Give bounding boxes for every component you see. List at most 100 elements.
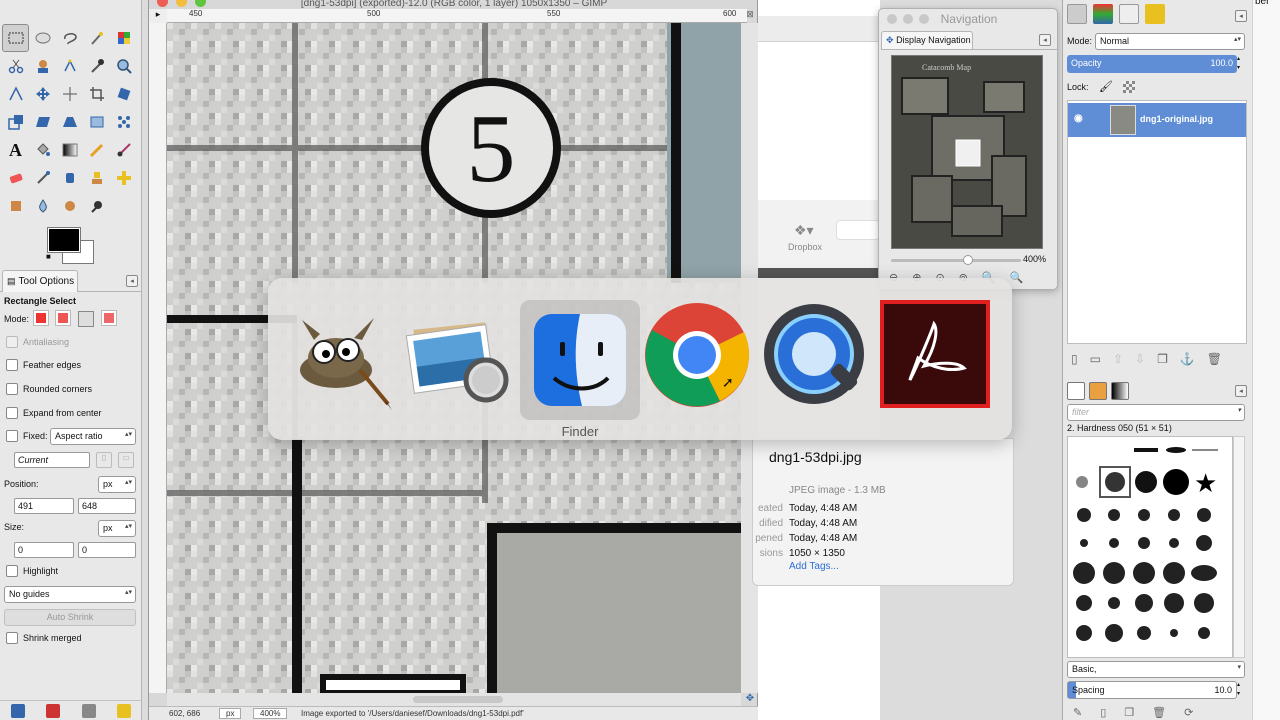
mode-intersect-icon[interactable]: [101, 310, 117, 326]
rect-select-tool-icon[interactable]: [2, 24, 29, 52]
layer-row[interactable]: ◉ dng1-original.jpg: [1068, 103, 1246, 137]
expand-from-center-checkbox[interactable]: [6, 407, 18, 419]
mode-subtract-icon[interactable]: [78, 311, 94, 327]
app-switcher-item-gimp[interactable]: [284, 300, 394, 410]
crop-tool-icon[interactable]: [83, 80, 110, 108]
opacity-slider[interactable]: Opacity 100.0: [1067, 55, 1237, 73]
fixed-dropdown[interactable]: Aspect ratio ▴▾: [50, 428, 136, 445]
save-options-icon[interactable]: [10, 703, 25, 718]
tab-menu-icon[interactable]: ◂: [126, 275, 138, 287]
undo-history-tab-icon[interactable]: [1145, 4, 1165, 24]
delete-layer-icon[interactable]: 🗑: [1207, 352, 1222, 366]
text-tool-icon[interactable]: A: [2, 136, 29, 164]
fuzzy-select-tool-icon[interactable]: [83, 24, 110, 52]
minimize-window-icon[interactable]: [176, 0, 187, 7]
zoom-window-icon[interactable]: [195, 0, 206, 7]
status-unit-dropdown[interactable]: px: [219, 708, 242, 719]
spacing-slider[interactable]: Spacing 10.0: [1067, 681, 1237, 699]
align-tool-icon[interactable]: [56, 80, 83, 108]
landscape-icon[interactable]: ▭: [118, 452, 134, 468]
dodge-burn-tool-icon[interactable]: [83, 192, 110, 220]
navigation-preview[interactable]: Catacomb Map: [891, 55, 1043, 249]
heal-tool-icon[interactable]: [110, 164, 137, 192]
delete-brush-icon[interactable]: 🗑: [1152, 706, 1166, 719]
tool-options-tab[interactable]: ▤ Tool Options: [2, 270, 78, 292]
perspective-tool-icon[interactable]: [56, 108, 83, 136]
brush-preset-dropdown[interactable]: Basic, ▾: [1067, 661, 1245, 678]
app-switcher-item-finder[interactable]: [520, 300, 640, 420]
foreground-color-swatch[interactable]: [47, 227, 81, 253]
patterns-tab-icon[interactable]: [1089, 382, 1107, 400]
navigate-icon[interactable]: ✥: [741, 693, 759, 706]
refresh-brushes-icon[interactable]: ⟳: [1184, 706, 1193, 719]
spacing-stepper-icon[interactable]: ▴ ▾: [1237, 681, 1245, 699]
restore-options-icon[interactable]: [46, 703, 61, 718]
ellipse-select-tool-icon[interactable]: [29, 24, 56, 52]
tab-menu-icon[interactable]: ◂: [1039, 34, 1051, 46]
clone-tool-icon[interactable]: [83, 164, 110, 192]
paths-tool-icon[interactable]: [56, 52, 83, 80]
add-tags-link[interactable]: Add Tags...: [789, 561, 839, 572]
size-w-input[interactable]: 0: [14, 542, 74, 558]
position-y-input[interactable]: 648: [78, 498, 136, 514]
finder-search-field[interactable]: [836, 220, 880, 240]
brushes-tab-icon[interactable]: [1067, 382, 1085, 400]
tab-menu-icon[interactable]: ◂: [1235, 10, 1247, 22]
feather-edges-checkbox[interactable]: [6, 359, 18, 371]
brush-scrollbar[interactable]: [1233, 436, 1245, 658]
app-switcher-item-preview[interactable]: [402, 300, 512, 410]
lock-alpha-icon[interactable]: [1123, 81, 1135, 93]
nav-zoom-slider[interactable]: [891, 255, 1021, 265]
color-picker-tool-icon[interactable]: [83, 52, 110, 80]
zoom-tool-icon[interactable]: [110, 52, 137, 80]
zoom-to-fit-icon[interactable]: ⊠: [741, 9, 759, 23]
paintbrush-tool-icon[interactable]: [110, 136, 137, 164]
pencil-tool-icon[interactable]: [83, 136, 110, 164]
nav-zoom-slider-thumb[interactable]: [963, 255, 973, 265]
new-layer-icon[interactable]: ▯: [1071, 352, 1078, 366]
close-window-icon[interactable]: [157, 0, 168, 7]
channels-tab-icon[interactable]: [1093, 4, 1113, 24]
rounded-corners-checkbox[interactable]: [6, 383, 18, 395]
brush-filter-input[interactable]: filter ▾: [1067, 404, 1245, 421]
position-x-input[interactable]: 491: [14, 498, 74, 514]
guides-dropdown[interactable]: No guides ▴▾: [4, 586, 136, 603]
unified-transform-tool-icon[interactable]: [83, 108, 110, 136]
new-layer-group-icon[interactable]: ▭: [1090, 352, 1101, 366]
shrink-wrap-icon[interactable]: 🔍: [1010, 271, 1024, 284]
shear-tool-icon[interactable]: [29, 108, 56, 136]
mode-replace-icon[interactable]: [33, 310, 49, 326]
blur-tool-icon[interactable]: [29, 192, 56, 220]
app-switcher-item-quicktime[interactable]: [760, 300, 870, 410]
edit-brush-icon[interactable]: ✎: [1073, 706, 1082, 719]
move-tool-icon[interactable]: [29, 80, 56, 108]
perspective-clone-tool-icon[interactable]: [2, 192, 29, 220]
paths-tab-icon[interactable]: [1119, 4, 1139, 24]
cage-transform-tool-icon[interactable]: [110, 108, 137, 136]
duplicate-brush-icon[interactable]: ❐: [1124, 706, 1134, 719]
fixed-checkbox[interactable]: [6, 430, 18, 442]
quick-mask-menu-icon[interactable]: ▸: [149, 9, 167, 23]
bucket-fill-tool-icon[interactable]: [29, 136, 56, 164]
antialiasing-checkbox[interactable]: [6, 336, 18, 348]
lasso-tool-icon[interactable]: [56, 24, 83, 52]
layers-tab-icon[interactable]: [1067, 4, 1087, 24]
opacity-stepper-icon[interactable]: ▴ ▾: [1237, 55, 1245, 73]
current-ratio-input[interactable]: Current: [14, 452, 90, 468]
display-navigation-tab[interactable]: ✥ Display Navigation: [881, 31, 973, 49]
app-switcher-item-chrome[interactable]: ➚: [642, 300, 752, 410]
brush-grid[interactable]: ★: [1067, 436, 1233, 658]
layer-mode-dropdown[interactable]: Normal ▴▾: [1095, 33, 1245, 50]
horizontal-scrollbar[interactable]: [167, 693, 741, 706]
duplicate-layer-icon[interactable]: ❐: [1157, 352, 1168, 366]
lower-layer-icon[interactable]: ⇩: [1135, 352, 1145, 366]
rotate-tool-icon[interactable]: [110, 80, 137, 108]
delete-options-icon[interactable]: [81, 703, 96, 718]
highlight-checkbox[interactable]: [6, 565, 18, 577]
mode-add-icon[interactable]: [55, 310, 71, 326]
scissors-tool-icon[interactable]: [2, 52, 29, 80]
eraser-tool-icon[interactable]: [2, 164, 29, 192]
fg-bg-color-swatches[interactable]: ■: [46, 226, 96, 266]
tab-menu-icon[interactable]: ◂: [1235, 385, 1247, 397]
lock-pixels-icon[interactable]: 🖌: [1099, 80, 1113, 93]
